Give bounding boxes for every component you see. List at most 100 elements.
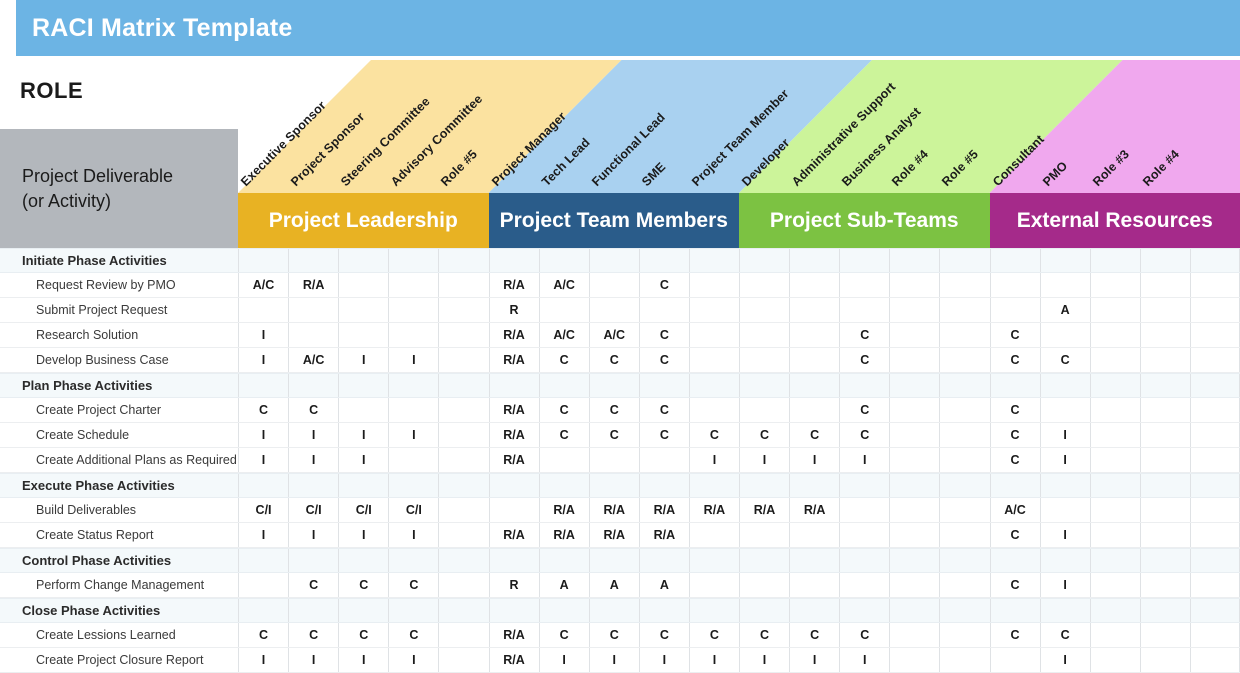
raci-cell[interactable]: C [989,573,1040,597]
table-row[interactable]: Create Project Closure Report I I I I R/A I I I I… [0,648,1240,673]
raci-cell[interactable]: R/A [488,448,539,472]
raci-cell[interactable]: C [839,423,889,447]
raci-cell[interactable] [839,474,889,497]
raci-cell[interactable] [638,374,689,397]
raci-cell[interactable] [1039,474,1090,497]
raci-cell[interactable]: C [588,623,639,647]
raci-cell[interactable]: C [538,623,589,647]
raci-cell[interactable] [1189,523,1240,547]
raci-cell[interactable]: R/A [739,498,789,522]
raci-cell[interactable] [739,298,789,322]
table-row[interactable]: Create Additional Plans as Required I I I R/… [0,448,1240,473]
raci-cell[interactable] [588,273,639,297]
raci-cell[interactable] [1189,599,1240,622]
raci-cell[interactable] [1189,398,1240,422]
raci-cell[interactable] [288,374,338,397]
raci-cell[interactable] [638,298,689,322]
raci-cell[interactable]: C [989,623,1040,647]
raci-cell[interactable]: C [638,348,689,372]
raci-cell[interactable]: C [238,623,288,647]
raci-cell[interactable]: I [338,523,388,547]
raci-cell[interactable] [438,599,488,622]
raci-cell[interactable] [1189,549,1240,572]
raci-cell[interactable] [889,298,939,322]
raci-cell[interactable]: C [388,623,438,647]
raci-cell[interactable]: C [588,348,639,372]
raci-cell[interactable]: R/A [288,273,338,297]
phase-header-row[interactable]: Initiate Phase Activities [0,248,1240,273]
table-row[interactable]: Build Deliverables C/I C/I C/I C/I R/A R/A R/A R… [0,498,1240,523]
raci-cell[interactable] [1139,273,1190,297]
raci-cell[interactable]: I [388,348,438,372]
raci-cell[interactable]: C [538,348,589,372]
table-row[interactable]: Submit Project Request R A [0,298,1240,323]
raci-cell[interactable] [789,374,839,397]
raci-cell[interactable]: C [739,623,789,647]
raci-cell[interactable] [688,398,739,422]
raci-cell[interactable] [538,448,589,472]
raci-cell[interactable] [338,249,388,272]
raci-cell[interactable]: A/C [989,498,1040,522]
raci-cell[interactable] [388,298,438,322]
raci-cell[interactable] [1139,573,1190,597]
raci-cell[interactable]: C [1039,348,1090,372]
table-row[interactable]: Request Review by PMO A/C R/A R/A A/C C [0,273,1240,298]
raci-cell[interactable] [1139,323,1190,347]
raci-cell[interactable] [388,599,438,622]
raci-cell[interactable] [1189,273,1240,297]
raci-cell[interactable] [1089,323,1140,347]
raci-cell[interactable]: C [688,623,739,647]
raci-cell[interactable]: C [839,398,889,422]
raci-cell[interactable] [739,573,789,597]
raci-cell[interactable]: C [989,323,1040,347]
raci-cell[interactable]: I [688,648,739,672]
raci-cell[interactable] [688,298,739,322]
raci-cell[interactable] [739,273,789,297]
raci-cell[interactable] [1089,474,1140,497]
raci-cell[interactable]: C [638,273,689,297]
raci-cell[interactable]: R/A [638,523,689,547]
raci-cell[interactable]: I [839,448,889,472]
raci-cell[interactable] [939,249,989,272]
raci-cell[interactable] [438,423,488,447]
raci-cell[interactable] [1039,498,1090,522]
raci-cell[interactable] [388,474,438,497]
raci-cell[interactable] [889,323,939,347]
raci-cell[interactable] [1139,549,1190,572]
raci-cell[interactable]: R/A [688,498,739,522]
raci-cell[interactable] [939,398,989,422]
raci-cell[interactable] [739,348,789,372]
raci-cell[interactable]: I [238,448,288,472]
raci-cell[interactable] [588,549,639,572]
raci-cell[interactable] [989,648,1040,672]
raci-cell[interactable]: C [538,398,589,422]
table-row[interactable]: Develop Business Case I A/C I I R/A C C C C C C [0,348,1240,373]
raci-cell[interactable] [688,474,739,497]
raci-cell[interactable] [789,273,839,297]
raci-cell[interactable] [638,448,689,472]
raci-cell[interactable] [839,298,889,322]
raci-cell[interactable] [338,374,388,397]
raci-cell[interactable] [989,273,1040,297]
raci-cell[interactable]: C/I [338,498,388,522]
raci-cell[interactable] [288,249,338,272]
raci-cell[interactable]: C [688,423,739,447]
raci-cell[interactable]: I [1039,573,1090,597]
raci-cell[interactable] [989,599,1040,622]
raci-cell[interactable] [588,298,639,322]
raci-cell[interactable] [688,573,739,597]
raci-cell[interactable] [939,323,989,347]
raci-cell[interactable]: C [839,348,889,372]
raci-cell[interactable] [588,599,639,622]
raci-cell[interactable] [939,374,989,397]
raci-cell[interactable]: I [1039,648,1090,672]
raci-cell[interactable] [789,573,839,597]
raci-cell[interactable] [789,549,839,572]
raci-cell[interactable] [438,523,488,547]
raci-cell[interactable] [739,523,789,547]
raci-cell[interactable]: I [238,323,288,347]
raci-cell[interactable] [1089,448,1140,472]
raci-cell[interactable] [1189,648,1240,672]
raci-cell[interactable] [438,249,488,272]
raci-cell[interactable]: C [739,423,789,447]
